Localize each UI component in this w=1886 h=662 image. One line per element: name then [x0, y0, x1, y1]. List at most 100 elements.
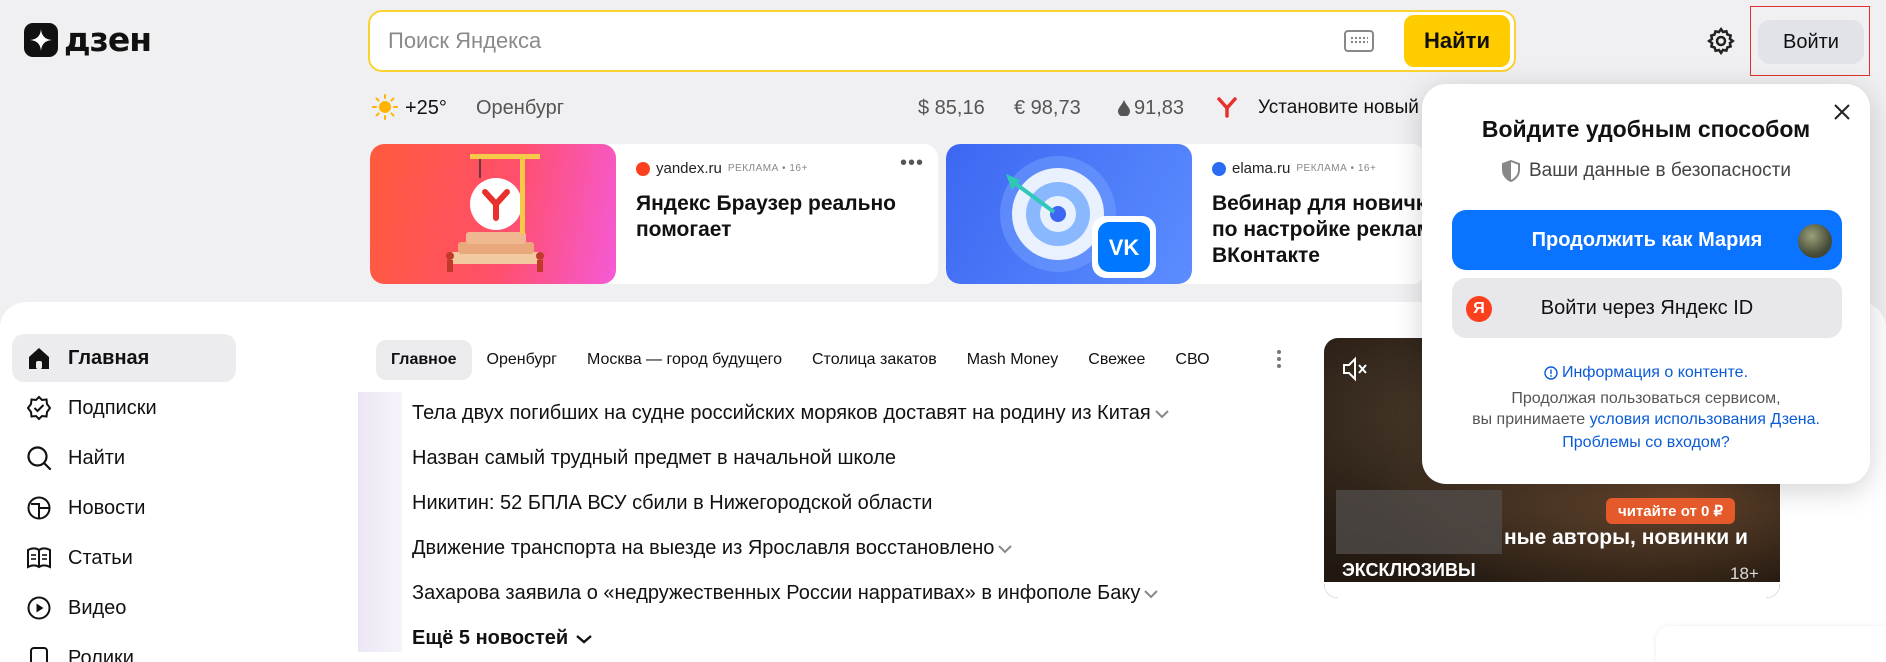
login-problems-link[interactable]: Проблемы со входом?: [1422, 434, 1870, 452]
video-badge: читайте от 0 ₽: [1606, 498, 1736, 524]
tab-main[interactable]: Главное: [376, 340, 472, 380]
yandex-logo-icon: Я: [1466, 296, 1492, 322]
sidebar-item-label: Найти: [68, 446, 126, 469]
tab-moscow[interactable]: Москва — город будущего: [572, 340, 797, 380]
sidebar-item-label: Новости: [68, 496, 146, 519]
sidebar-item-label: Ролики: [68, 646, 134, 662]
ad-source-domain: elama.ru: [1232, 160, 1291, 177]
sidebar-item-label: Статьи: [68, 546, 133, 569]
install-browser-link[interactable]: Установите новый: [1258, 94, 1419, 122]
ad-title: Вебинар для новичк по настройке реклам В…: [1212, 192, 1426, 267]
subscriptions-icon: [26, 395, 52, 421]
clips-icon: [30, 647, 48, 662]
ad-source: yandex.ru РЕКЛАМА • 16+: [636, 160, 918, 177]
weather-city[interactable]: Оренбург: [476, 94, 564, 122]
articles-icon: [27, 547, 51, 569]
more-options-icon[interactable]: •••: [900, 152, 924, 175]
login-popup: Войдите удобным способом Ваши данные в б…: [1422, 84, 1870, 484]
chevron-down-icon[interactable]: [1142, 588, 1160, 600]
news-accent-bar: [358, 392, 402, 652]
more-news-label: Ещё 5 новостей: [412, 627, 569, 649]
gear-icon[interactable]: [1706, 26, 1736, 56]
news-item[interactable]: Назван самый трудный предмет в начальной…: [412, 447, 896, 470]
login-button[interactable]: Войти: [1758, 20, 1864, 64]
yandex-browser-icon: [1217, 97, 1237, 118]
tab-sunsets[interactable]: Столица закатов: [797, 340, 952, 380]
ad-title: Яндекс Браузер реально помогает: [636, 192, 896, 241]
video-icon: [27, 596, 51, 620]
sidebar-item-label: Подписки: [68, 396, 157, 419]
chevron-down-icon[interactable]: [996, 543, 1014, 555]
mute-icon[interactable]: [1340, 354, 1370, 384]
yandex-button-label: Войти через Яндекс ID: [1540, 296, 1754, 319]
more-vertical-icon[interactable]: [1276, 348, 1282, 370]
chevron-down-icon: [576, 634, 592, 644]
oil-value: 91,83: [1134, 96, 1185, 119]
age-rating: 18+: [1730, 564, 1759, 583]
weather-temperature[interactable]: +25°: [405, 94, 447, 122]
ad-meta: РЕКЛАМА • 16+: [727, 163, 808, 174]
tab-orenburg[interactable]: Оренбург: [472, 340, 572, 380]
elama-favicon-icon: [1212, 161, 1226, 176]
news-title: Назван самый трудный предмет в начальной…: [412, 447, 896, 469]
video-tag: ЭКСКЛЮЗИВЫ: [1342, 560, 1476, 580]
avatar: [1798, 224, 1832, 258]
popup-subtitle-text: Ваши данные в безопасности: [1528, 160, 1791, 181]
terms-link[interactable]: условия использования Дзена.: [1590, 411, 1820, 428]
news-item[interactable]: Никитин: 52 БПЛА ВСУ сбили в Нижегородск…: [412, 492, 932, 515]
tab-mash-money[interactable]: Mash Money: [952, 340, 1074, 380]
search-button[interactable]: Найти: [1404, 15, 1510, 67]
terms-text: Продолжая пользоваться сервисом, вы прин…: [1422, 388, 1870, 430]
usd-rate[interactable]: $ 85,16: [918, 94, 985, 122]
news-item[interactable]: Тела двух погибших на судне российских м…: [412, 402, 1171, 425]
continue-as-user-button[interactable]: Продолжить как Мария: [1452, 210, 1842, 270]
search-bar: Найти: [368, 10, 1516, 72]
news-item[interactable]: Движение транспорта на выезде из Ярослав…: [412, 537, 1014, 560]
tab-fresh[interactable]: Свежее: [1073, 340, 1160, 380]
dzen-star-icon: [24, 22, 58, 57]
ad-card-yandex-browser[interactable]: yandex.ru РЕКЛАМА • 16+ Яндекс Браузер р…: [370, 144, 938, 284]
dzen-logo[interactable]: дзен: [24, 20, 152, 59]
ad-image: [370, 144, 616, 284]
sidebar-item-label: Главная: [68, 346, 150, 369]
sidebar-item-search[interactable]: Найти: [12, 434, 236, 482]
content-info-link[interactable]: Информация о контенте.: [1422, 364, 1870, 382]
sidebar-item-clips[interactable]: Ролики: [12, 634, 236, 662]
search-icon: [27, 446, 52, 471]
continue-button-label: Продолжить как Мария: [1531, 228, 1763, 251]
ad-card-elama[interactable]: VK elama.ru РЕКЛАМА • 16+ Вебинар для но…: [946, 144, 1426, 284]
chevron-down-icon[interactable]: [1153, 408, 1171, 420]
blurred-overlay: [1336, 490, 1502, 554]
more-news-button[interactable]: Ещё 5 новостей: [412, 627, 594, 650]
ad-source: elama.ru РЕКЛАМА • 16+: [1212, 160, 1426, 177]
content-info-text: Информация о контенте.: [1561, 364, 1749, 381]
logo-text: дзен: [64, 20, 152, 59]
terms-line-2: вы принимаете: [1472, 411, 1586, 428]
news-title: Тела двух погибших на судне российских м…: [412, 402, 1151, 424]
yandex-favicon-icon: [636, 161, 650, 176]
sidebar-item-news[interactable]: Новости: [12, 484, 236, 532]
search-input[interactable]: [388, 28, 1344, 54]
video-bottom-strip: [1324, 582, 1780, 598]
news-tabs: Главное Оренбург Москва — город будущего…: [376, 340, 1225, 380]
popup-title: Войдите удобным способом: [1481, 116, 1811, 142]
yandex-id-login-button[interactable]: Я Войти через Яндекс ID: [1452, 278, 1842, 338]
sidebar-item-home[interactable]: Главная: [12, 334, 236, 382]
svg-text:VK: VK: [1109, 235, 1140, 260]
oil-rate[interactable]: 91,83: [1118, 94, 1184, 122]
home-icon: [29, 348, 49, 369]
news-title: Захарова заявила о «недружественных Росс…: [412, 582, 1141, 604]
terms-line-1: Продолжая пользоваться сервисом,: [1511, 390, 1781, 407]
news-item[interactable]: Захарова заявила о «недружественных Росс…: [412, 582, 1160, 605]
keyboard-icon[interactable]: [1344, 30, 1374, 52]
news-title: Никитин: 52 БПЛА ВСУ сбили в Нижегородск…: [412, 492, 933, 514]
ad-source-domain: yandex.ru: [656, 160, 722, 177]
sidebar-item-subscriptions[interactable]: Подписки: [12, 384, 236, 432]
eur-rate[interactable]: € 98,73: [1014, 94, 1081, 122]
tab-svo[interactable]: СВО: [1160, 340, 1224, 380]
popup-subtitle: Ваши данные в безопасности: [1422, 160, 1870, 182]
news-title: Движение транспорта на выезде из Ярослав…: [412, 537, 995, 559]
sidebar-item-articles[interactable]: Статьи: [12, 534, 236, 582]
sidebar-item-video[interactable]: Видео: [12, 584, 236, 632]
video-title: ные авторы, новинки и: [1504, 526, 1748, 549]
